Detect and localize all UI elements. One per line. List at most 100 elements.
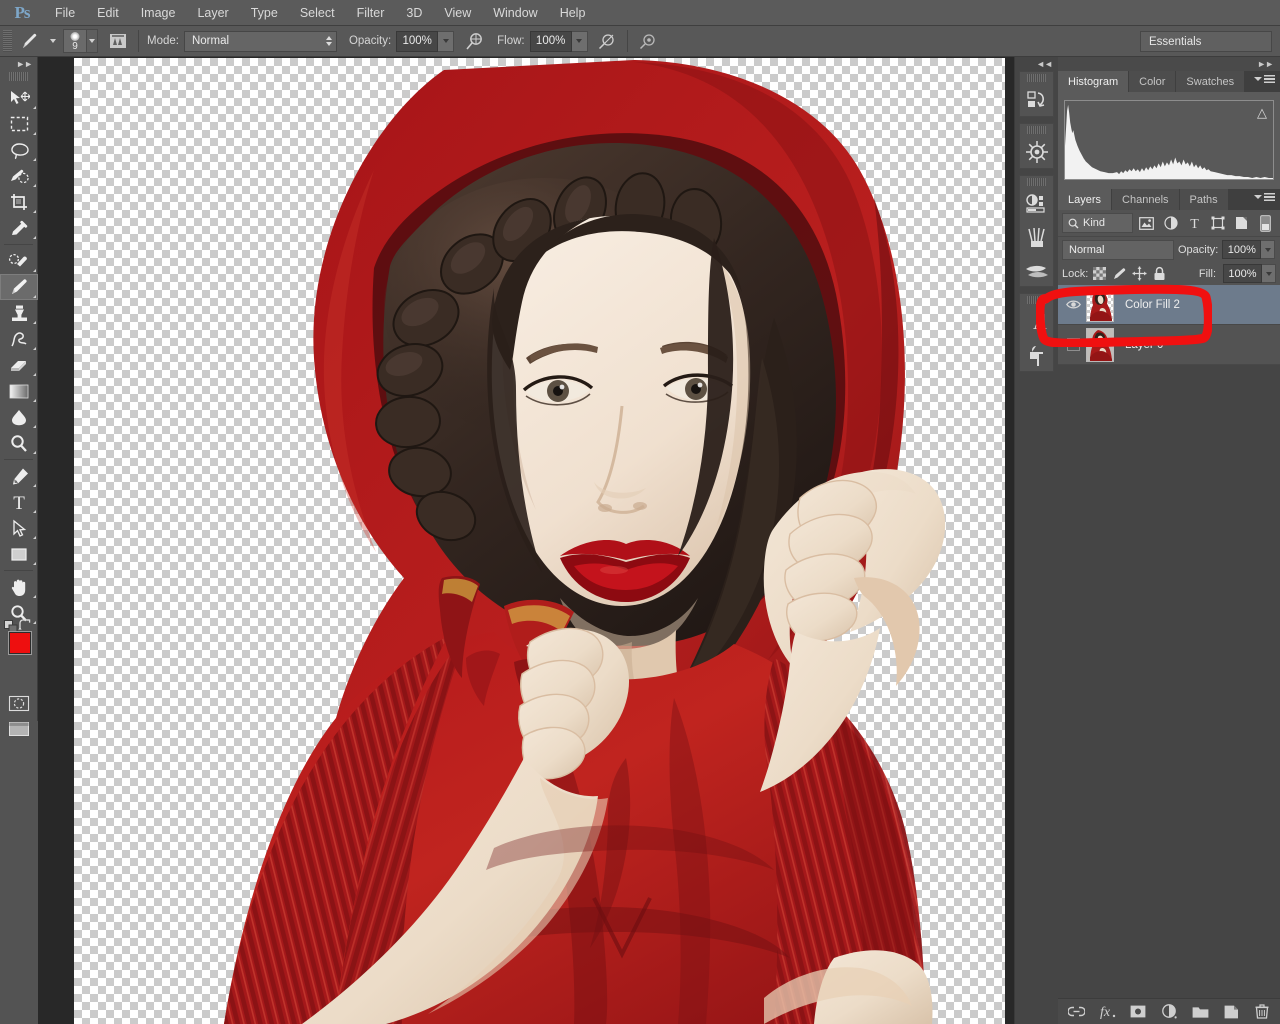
brush-presets-panel-button[interactable] [1020, 220, 1053, 253]
screen-mode-button[interactable] [0, 716, 38, 742]
fill-value[interactable]: 100% [1223, 264, 1262, 283]
current-tool-icon[interactable] [17, 29, 43, 53]
character-panel-button[interactable]: A [1020, 305, 1053, 338]
brush-preset-dropdown[interactable] [87, 29, 98, 53]
tool-hand[interactable] [0, 574, 38, 600]
tool-rectangular-marquee[interactable] [0, 111, 38, 137]
filter-toggle-switch-icon[interactable] [1255, 213, 1276, 234]
tool-pen[interactable] [0, 463, 38, 489]
tool-quick-selection[interactable] [0, 163, 38, 189]
tab-layers[interactable]: Layers [1058, 189, 1113, 210]
lock-transparent-pixels-icon[interactable] [1091, 265, 1108, 282]
brush-size-preview[interactable]: 9 [63, 29, 87, 53]
tool-preset-caret-icon[interactable] [50, 39, 56, 43]
filter-pixel-layers-icon[interactable] [1136, 213, 1157, 234]
tool-gradient[interactable] [0, 378, 38, 404]
tool-horizontal-type[interactable]: T [0, 489, 38, 515]
menu-3d[interactable]: 3D [395, 0, 433, 26]
menu-file[interactable]: File [44, 0, 86, 26]
menu-select[interactable]: Select [289, 0, 346, 26]
tool-history-brush[interactable] [0, 326, 38, 352]
tab-histogram[interactable]: Histogram [1058, 71, 1130, 92]
dock-grip[interactable] [1027, 296, 1046, 304]
blend-mode-select[interactable]: Normal [183, 30, 337, 52]
new-layer-icon[interactable] [1222, 1003, 1240, 1021]
menu-help[interactable]: Help [549, 0, 597, 26]
layer-thumbnail[interactable] [1086, 327, 1114, 362]
pressure-opacity-button[interactable] [595, 29, 619, 53]
tool-eyedropper[interactable] [0, 215, 38, 241]
layer-opacity-value[interactable]: 100% [1222, 240, 1262, 259]
tool-spot-healing-brush[interactable] [0, 248, 38, 274]
add-layer-mask-icon[interactable] [1129, 1003, 1147, 1021]
lock-image-pixels-icon[interactable] [1111, 265, 1128, 282]
layer-row-layer-0[interactable]: Layer 0 [1058, 325, 1280, 365]
tab-paths[interactable]: Paths [1179, 189, 1229, 210]
foreground-color-swatch[interactable] [9, 632, 31, 654]
layer-visibility-toggle[interactable] [1060, 299, 1086, 310]
workspace-selector[interactable]: Essentials [1140, 31, 1272, 52]
tool-crop[interactable] [0, 189, 38, 215]
tool-eraser[interactable] [0, 352, 38, 378]
menu-filter[interactable]: Filter [346, 0, 396, 26]
flow-value[interactable]: 100% [529, 30, 572, 52]
layer-opacity-dropdown-icon[interactable] [1261, 240, 1276, 259]
layer-row-color-fill-2[interactable]: Color Fill 2 [1058, 285, 1280, 325]
menu-image[interactable]: Image [130, 0, 187, 26]
filter-smart-objects-icon[interactable] [1231, 213, 1252, 234]
histogram-graph[interactable]: △ [1064, 100, 1274, 180]
layer-visibility-toggle[interactable] [1060, 338, 1086, 351]
toggle-brush-panel-button[interactable] [106, 29, 130, 53]
toolbar-collapse-button[interactable]: ►► [0, 57, 37, 71]
opacity-value[interactable]: 100% [396, 30, 439, 52]
new-adjustment-layer-icon[interactable] [1160, 1003, 1178, 1021]
dock-grip[interactable] [1027, 178, 1046, 186]
pressure-size-button[interactable] [636, 29, 660, 53]
menu-window[interactable]: Window [482, 0, 548, 26]
dock-grip[interactable] [1027, 126, 1046, 134]
tool-lasso[interactable] [0, 137, 38, 163]
menu-type[interactable]: Type [240, 0, 289, 26]
airbrush-toggle-button[interactable] [461, 29, 485, 53]
tab-channels[interactable]: Channels [1112, 189, 1180, 210]
tool-move[interactable] [0, 85, 38, 111]
fill-dropdown-icon[interactable] [1262, 264, 1276, 283]
layer-thumbnail[interactable] [1086, 287, 1114, 322]
menu-edit[interactable]: Edit [86, 0, 130, 26]
filter-adjustment-layers-icon[interactable] [1160, 213, 1181, 234]
filter-shape-layers-icon[interactable] [1208, 213, 1229, 234]
tool-clone-stamp[interactable] [0, 300, 38, 326]
dock-collapse-button[interactable]: ◄◄ [1015, 57, 1058, 71]
adjustments-panel-button[interactable] [1020, 187, 1053, 220]
history-panel-button[interactable] [1020, 83, 1053, 116]
navigator-panel-button[interactable] [1020, 135, 1053, 168]
tab-swatches[interactable]: Swatches [1176, 71, 1246, 92]
paragraph-panel-button[interactable] [1020, 338, 1053, 371]
options-bar-grip[interactable] [3, 30, 12, 52]
delete-layer-icon[interactable] [1253, 1003, 1271, 1021]
tool-rectangle-shape[interactable] [0, 541, 38, 567]
dock-grip[interactable] [1027, 74, 1046, 82]
opacity-dropdown-icon[interactable] [438, 30, 455, 52]
toolbar-grip[interactable] [9, 72, 28, 81]
menu-layer[interactable]: Layer [186, 0, 239, 26]
new-group-icon[interactable] [1191, 1003, 1209, 1021]
layer-filter-kind-select[interactable]: Kind [1062, 213, 1134, 233]
tool-path-selection[interactable] [0, 515, 38, 541]
flow-dropdown-icon[interactable] [571, 30, 588, 52]
quick-mask-toggle[interactable] [0, 690, 38, 716]
layer-blend-mode-select[interactable]: Normal [1062, 239, 1174, 260]
tool-brush[interactable] [0, 274, 38, 300]
menu-view[interactable]: View [433, 0, 482, 26]
layer-style-fx-icon[interactable]: fx [1098, 1003, 1116, 1021]
lock-position-icon[interactable] [1131, 265, 1148, 282]
link-layers-icon[interactable] [1067, 1003, 1085, 1021]
filter-type-layers-icon[interactable]: T [1184, 213, 1205, 234]
layers-panel-menu-button[interactable] [1254, 193, 1275, 201]
tool-dodge[interactable] [0, 430, 38, 456]
brush-panel-button[interactable] [1020, 253, 1053, 286]
cached-data-warning-icon[interactable]: △ [1257, 105, 1267, 121]
panels-collapse-button[interactable]: ►► [1058, 57, 1280, 71]
tool-blur[interactable] [0, 404, 38, 430]
histogram-panel-menu-button[interactable] [1254, 75, 1275, 83]
